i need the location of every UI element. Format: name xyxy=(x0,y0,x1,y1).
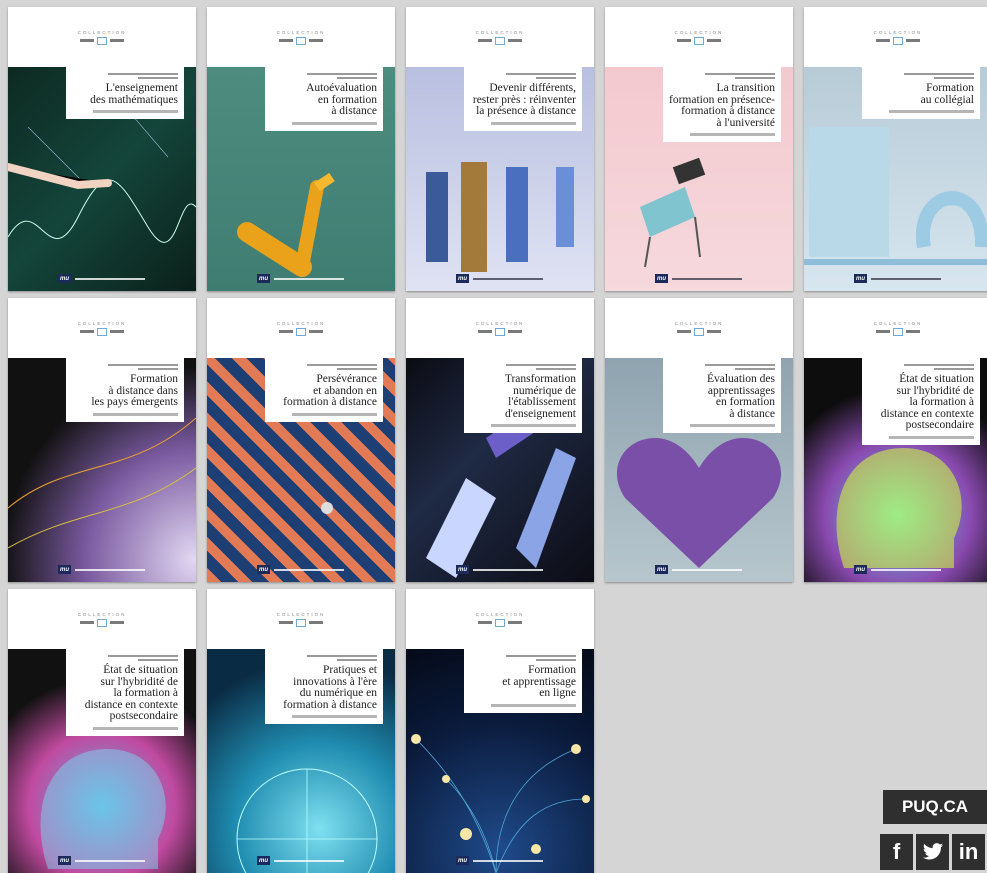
publisher-mark: mu xyxy=(257,565,344,574)
book-cover[interactable]: COLLECTION État de situation sur l'hybri… xyxy=(8,589,196,873)
collection-logo: COLLECTION xyxy=(207,589,395,649)
collection-label: COLLECTION xyxy=(475,611,525,617)
book-title: Persévérance et abandon en formation à d… xyxy=(283,373,377,408)
title-panel: Devenir différents, rester près : réinve… xyxy=(464,67,582,131)
linkedin-icon[interactable]: in xyxy=(952,834,985,870)
collection-label: COLLECTION xyxy=(77,611,127,617)
puq-site-link[interactable]: PUQ.CA xyxy=(883,790,987,824)
publisher-logo: mu xyxy=(257,565,270,574)
book-title: Formation et apprentissage en ligne xyxy=(502,664,576,699)
book-cover[interactable]: COLLECTION Persévérance et abandon en fo… xyxy=(207,298,395,582)
title-panel: Évaluation des apprentissages en formati… xyxy=(663,358,781,433)
publisher-logo: mu xyxy=(58,565,71,574)
title-panel: Formation et apprentissage en ligne xyxy=(464,649,582,713)
publisher-mark: mu xyxy=(655,274,742,283)
book-cover[interactable]: COLLECTION L'enseignement des mathématiq… xyxy=(8,7,196,291)
collection-label: COLLECTION xyxy=(475,320,525,326)
book-title: Devenir différents, rester près : réinve… xyxy=(472,82,576,117)
title-panel: État de situation sur l'hybridité de la … xyxy=(862,358,980,445)
publisher-mark: mu xyxy=(257,274,344,283)
title-panel: Persévérance et abandon en formation à d… xyxy=(265,358,383,422)
collection-logo: COLLECTION xyxy=(8,298,196,358)
collection-logo: COLLECTION xyxy=(8,7,196,67)
publisher-mark: mu xyxy=(655,565,742,574)
publisher-mark: mu xyxy=(58,274,145,283)
collection-logo: COLLECTION xyxy=(804,298,987,358)
collection-label: COLLECTION xyxy=(77,29,127,35)
book-cover[interactable]: COLLECTION Formation au collégial mu xyxy=(804,7,987,291)
publisher-mark: mu xyxy=(257,856,344,865)
book-cover[interactable]: COLLECTION Devenir différents, rester pr… xyxy=(406,7,594,291)
publisher-logo: mu xyxy=(854,274,867,283)
title-panel: Pratiques et innovations à l'ère du numé… xyxy=(265,649,383,724)
collection-label: COLLECTION xyxy=(276,29,326,35)
collection-logo: COLLECTION xyxy=(406,589,594,649)
publisher-mark: mu xyxy=(854,274,941,283)
publisher-mark: mu xyxy=(456,565,543,574)
collection-label: COLLECTION xyxy=(475,29,525,35)
publisher-mark: mu xyxy=(456,274,543,283)
publisher-mark: mu xyxy=(58,565,145,574)
book-title: Transformation numérique de l'établissem… xyxy=(504,373,576,420)
book-title: Formation au collégial xyxy=(920,82,974,106)
title-panel: Formation au collégial xyxy=(862,67,980,119)
collection-logo: COLLECTION xyxy=(605,7,793,67)
collection-label: COLLECTION xyxy=(873,29,923,35)
title-panel: État de situation sur l'hybridité de la … xyxy=(66,649,184,736)
book-title: Évaluation des apprentissages en formati… xyxy=(706,373,775,420)
publisher-logo: mu xyxy=(655,274,668,283)
collection-label: COLLECTION xyxy=(674,29,724,35)
publisher-logo: mu xyxy=(456,274,469,283)
publisher-logo: mu xyxy=(257,856,270,865)
publisher-logo: mu xyxy=(456,565,469,574)
title-panel: Transformation numérique de l'établissem… xyxy=(464,358,582,433)
collection-label: COLLECTION xyxy=(873,320,923,326)
book-cover[interactable]: COLLECTION Formation et apprentissage en… xyxy=(406,589,594,873)
collection-label: COLLECTION xyxy=(77,320,127,326)
twitter-bird-glyph xyxy=(922,843,943,860)
book-cover[interactable]: COLLECTION La transition formation en pr… xyxy=(605,7,793,291)
publisher-mark: mu xyxy=(854,565,941,574)
collection-label: COLLECTION xyxy=(276,320,326,326)
facebook-icon[interactable]: f xyxy=(880,834,913,870)
collection-logo: COLLECTION xyxy=(207,298,395,358)
book-title: État de situation sur l'hybridité de la … xyxy=(84,664,178,722)
publisher-mark: mu xyxy=(456,856,543,865)
publisher-mark: mu xyxy=(58,856,145,865)
collection-label: COLLECTION xyxy=(276,611,326,617)
book-title: L'enseignement des mathématiques xyxy=(90,82,178,106)
book-title: La transition formation en présence- for… xyxy=(669,82,776,129)
book-cover[interactable]: COLLECTION Formation à distance dans les… xyxy=(8,298,196,582)
twitter-icon[interactable] xyxy=(916,834,949,870)
social-links: f in xyxy=(880,834,985,870)
collection-logo: COLLECTION xyxy=(804,7,987,67)
collection-logo: COLLECTION xyxy=(8,589,196,649)
publisher-logo: mu xyxy=(854,565,867,574)
collection-logo: COLLECTION xyxy=(605,298,793,358)
publisher-logo: mu xyxy=(58,274,71,283)
book-cover[interactable]: COLLECTION Pratiques et innovations à l'… xyxy=(207,589,395,873)
book-cover[interactable]: COLLECTION Transformation numérique de l… xyxy=(406,298,594,582)
title-panel: Autoévaluation en formation à distance xyxy=(265,67,383,131)
title-panel: Formation à distance dans les pays émerg… xyxy=(66,358,184,422)
book-title: Pratiques et innovations à l'ère du numé… xyxy=(283,664,377,711)
book-title: État de situation sur l'hybridité de la … xyxy=(880,373,974,431)
collection-logo: COLLECTION xyxy=(207,7,395,67)
book-cover[interactable]: COLLECTION Autoévaluation en formation à… xyxy=(207,7,395,291)
publisher-logo: mu xyxy=(58,856,71,865)
book-grid: COLLECTION L'enseignement des mathématiq… xyxy=(0,0,987,873)
collection-logo: COLLECTION xyxy=(406,7,594,67)
title-panel: L'enseignement des mathématiques xyxy=(66,67,184,119)
book-title: Autoévaluation en formation à distance xyxy=(306,82,377,117)
publisher-logo: mu xyxy=(257,274,270,283)
collection-label: COLLECTION xyxy=(674,320,724,326)
book-cover[interactable]: COLLECTION Évaluation des apprentissages… xyxy=(605,298,793,582)
collection-logo: COLLECTION xyxy=(406,298,594,358)
book-title: Formation à distance dans les pays émerg… xyxy=(91,373,178,408)
publisher-logo: mu xyxy=(456,856,469,865)
publisher-logo: mu xyxy=(655,565,668,574)
title-panel: La transition formation en présence- for… xyxy=(663,67,781,142)
book-cover[interactable]: COLLECTION État de situation sur l'hybri… xyxy=(804,298,987,582)
